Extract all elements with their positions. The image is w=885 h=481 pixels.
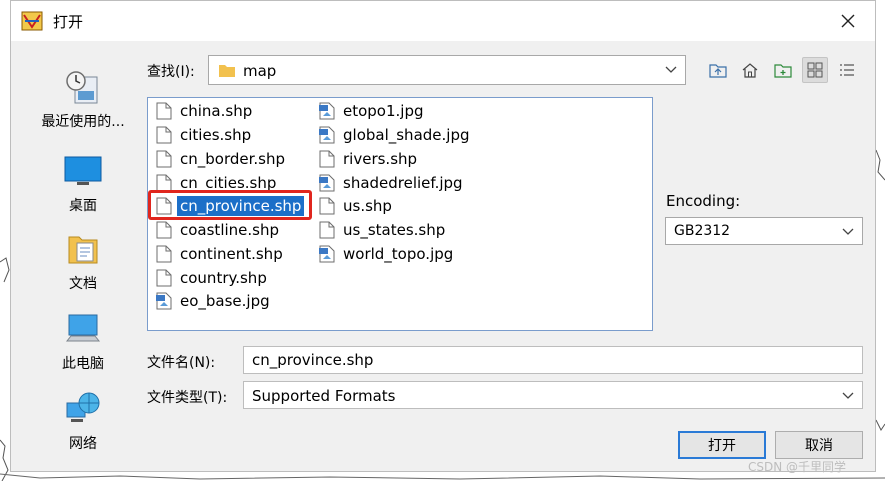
documents-icon xyxy=(68,236,98,264)
file-name: coastline.shp xyxy=(180,221,279,239)
chevron-down-icon xyxy=(842,228,854,235)
file-item[interactable]: us.shp xyxy=(319,195,392,217)
file-icon xyxy=(319,150,335,168)
folder-icon xyxy=(219,65,235,77)
image-file-icon xyxy=(319,126,335,144)
file-name: rivers.shp xyxy=(343,150,418,168)
file-item[interactable]: cn_border.shp xyxy=(156,148,285,170)
place-this-pc[interactable]: 此电脑 xyxy=(27,309,139,373)
file-item-selected[interactable]: cn_province.shp xyxy=(156,195,305,217)
file-item[interactable]: cn_cities.shp xyxy=(156,172,276,194)
chevron-down-icon xyxy=(842,392,854,399)
file-icon xyxy=(156,197,172,215)
filetype-label: 文件类型(T): xyxy=(147,390,228,406)
close-icon xyxy=(841,14,855,28)
list-view-button[interactable] xyxy=(802,57,828,83)
place-label: 桌面 xyxy=(69,198,97,214)
new-folder-button[interactable] xyxy=(770,57,796,83)
chevron-down-icon xyxy=(665,66,677,73)
file-item[interactable]: continent.shp xyxy=(156,243,283,265)
place-recent[interactable]: 最近使用的... xyxy=(27,67,139,131)
app-icon xyxy=(21,11,43,31)
open-button[interactable]: 打开 xyxy=(678,431,766,459)
file-item[interactable]: etopo1.jpg xyxy=(319,100,424,122)
image-file-icon xyxy=(156,292,172,310)
place-desktop[interactable]: 桌面 xyxy=(27,151,139,215)
file-icon xyxy=(156,126,172,144)
file-item[interactable]: global_shade.jpg xyxy=(319,124,470,146)
file-icon xyxy=(156,174,172,192)
up-folder-button[interactable] xyxy=(705,57,731,83)
list-view-icon xyxy=(807,62,823,78)
place-documents[interactable]: 文档 xyxy=(27,229,139,293)
file-icon xyxy=(156,245,172,263)
encoding-value: GB2312 xyxy=(674,223,731,239)
place-label: 网络 xyxy=(69,436,97,452)
file-icon xyxy=(319,197,335,215)
window-title: 打开 xyxy=(53,13,84,31)
file-name: cn_border.shp xyxy=(180,150,286,168)
image-file-icon xyxy=(319,174,335,192)
place-label: 最近使用的... xyxy=(41,114,125,130)
file-icon xyxy=(156,221,172,239)
place-network[interactable]: 网络 xyxy=(27,389,139,453)
file-name: cn_cities.shp xyxy=(180,174,277,192)
file-item[interactable]: rivers.shp xyxy=(319,148,417,170)
new-folder-icon xyxy=(774,64,792,78)
lookin-value: map xyxy=(243,62,277,80)
file-item[interactable]: cities.shp xyxy=(156,124,251,146)
place-label: 此电脑 xyxy=(62,356,104,372)
file-name: etopo1.jpg xyxy=(343,102,424,120)
file-name: continent.shp xyxy=(180,245,283,263)
filename-label: 文件名(N): xyxy=(147,355,216,371)
title-bar: 打开 xyxy=(11,1,875,41)
file-name: country.shp xyxy=(180,269,267,287)
file-icon xyxy=(156,150,172,168)
filename-input[interactable] xyxy=(243,346,863,374)
watermark: CSDN @千里同学 xyxy=(748,460,847,474)
recent-places-icon xyxy=(66,71,98,104)
file-item[interactable]: eo_base.jpg xyxy=(156,290,270,312)
detail-view-icon xyxy=(840,64,854,76)
file-name: cities.shp xyxy=(180,126,252,144)
file-icon xyxy=(156,102,172,120)
file-item[interactable]: country.shp xyxy=(156,267,267,289)
home-icon xyxy=(742,63,758,78)
up-folder-icon xyxy=(709,64,727,78)
lookin-dropdown[interactable]: map xyxy=(208,55,686,85)
this-pc-icon xyxy=(65,314,101,342)
network-icon xyxy=(66,392,100,422)
file-icon xyxy=(319,221,335,239)
file-name: cn_province.shp xyxy=(177,196,305,216)
lookin-label: 查找(I): xyxy=(147,64,195,80)
file-name: us_states.shp xyxy=(343,221,446,239)
close-button[interactable] xyxy=(831,7,865,35)
cancel-button[interactable]: 取消 xyxy=(775,431,863,459)
file-name: shadedrelief.jpg xyxy=(343,174,463,192)
file-list[interactable]: china.shp cities.shp cn_border.shp cn_ci… xyxy=(147,97,653,331)
open-file-dialog: 打开 最近使用的... 桌面 文档 此电脑 网络 查找(I): map chin… xyxy=(10,0,876,472)
home-button[interactable] xyxy=(737,57,763,83)
file-item[interactable]: us_states.shp xyxy=(319,219,445,241)
file-name: china.shp xyxy=(180,102,253,120)
filetype-dropdown[interactable]: Supported Formats xyxy=(243,381,863,409)
encoding-label: Encoding: xyxy=(666,192,741,210)
file-item[interactable]: shadedrelief.jpg xyxy=(319,172,463,194)
encoding-dropdown[interactable]: GB2312 xyxy=(665,217,863,245)
detail-view-button[interactable] xyxy=(834,57,860,83)
file-name: eo_base.jpg xyxy=(180,292,270,310)
image-file-icon xyxy=(319,245,335,263)
file-name: global_shade.jpg xyxy=(343,126,470,144)
filetype-value: Supported Formats xyxy=(252,387,396,405)
file-item[interactable]: world_topo.jpg xyxy=(319,243,453,265)
file-icon xyxy=(156,269,172,287)
desktop-icon xyxy=(64,156,102,185)
image-file-icon xyxy=(319,102,335,120)
file-item[interactable]: china.shp xyxy=(156,100,252,122)
file-name: us.shp xyxy=(343,197,392,215)
file-name: world_topo.jpg xyxy=(343,245,454,263)
file-item[interactable]: coastline.shp xyxy=(156,219,279,241)
place-label: 文档 xyxy=(69,276,97,292)
